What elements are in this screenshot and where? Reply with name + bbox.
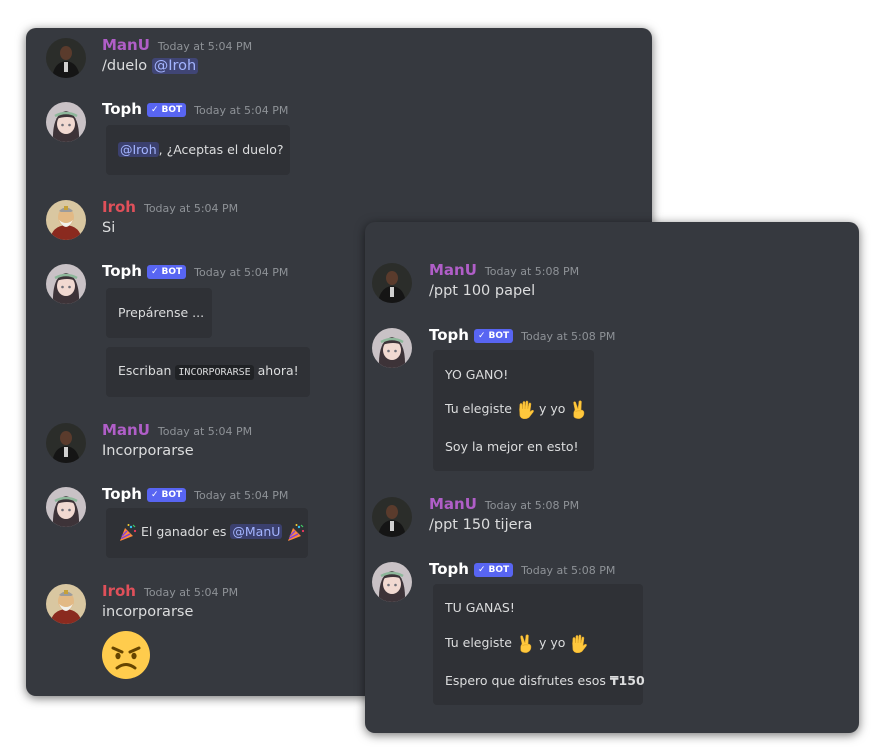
angry-face-icon (102, 631, 150, 679)
timestamp: Today at 5:08 PM (521, 330, 616, 343)
victory-hand-icon (520, 634, 532, 653)
timestamp: Today at 5:04 PM (194, 266, 289, 279)
message: Toph ✓ BOT Today at 5:08 PM YO GANO! Tu e… (365, 318, 859, 478)
avatar[interactable] (46, 102, 86, 142)
embed-text: y yo (538, 401, 566, 416)
embed-text: YO GANO! (445, 367, 509, 382)
embed-text: , ¿Aceptas el duelo? (158, 142, 284, 157)
message-content: incorporarse (102, 604, 194, 620)
avatar[interactable] (46, 423, 86, 463)
message-content: Incorporarse (102, 443, 194, 459)
embed: TU GANAS! Tu elegiste y yo Espero que di… (433, 584, 645, 705)
username[interactable]: Toph (429, 326, 469, 344)
message-content: /ppt 150 tijera (429, 517, 533, 533)
embed-text: Prepárense ... (118, 305, 205, 320)
timestamp: Today at 5:08 PM (484, 265, 580, 278)
check-icon: ✓ (150, 490, 159, 500)
chat-panel-ppt: ManU Today at 5:08 PM /ppt 100 papel Top… (365, 222, 859, 733)
embed: YO GANO! Tu elegiste y yo Soy la mejor e… (433, 350, 594, 471)
timestamp: Today at 5:04 PM (157, 40, 253, 53)
embed: El ganador es @ManU (106, 508, 308, 558)
currency-amount: ₸150 (609, 673, 645, 688)
party-popper-icon (287, 523, 306, 542)
username[interactable]: ManU (429, 495, 477, 513)
embed: Prepárense ... (106, 288, 212, 338)
embed-text: Tu elegiste (445, 635, 512, 650)
raised-hand-icon (572, 634, 588, 653)
avatar[interactable] (372, 497, 412, 537)
message: ManU Today at 5:08 PM /ppt 150 tijera (365, 487, 859, 547)
avatar[interactable] (46, 487, 86, 527)
avatar[interactable] (372, 263, 412, 303)
embed-text: Espero que disfrutes esos (445, 673, 606, 688)
user-mention[interactable]: @Iroh (118, 142, 159, 157)
username[interactable]: Toph (429, 560, 469, 578)
embed-text: Tu elegiste (445, 401, 512, 416)
timestamp: Today at 5:04 PM (143, 202, 239, 215)
username[interactable]: Toph (102, 100, 142, 118)
check-icon: ✓ (477, 565, 486, 575)
user-mention[interactable]: @ManU (230, 524, 283, 539)
username[interactable]: ManU (102, 421, 150, 439)
timestamp: Today at 5:04 PM (157, 425, 253, 438)
avatar[interactable] (46, 200, 86, 240)
bot-badge: ✓ BOT (146, 488, 187, 502)
username[interactable]: Toph (102, 485, 142, 503)
embed-text: ahora! (257, 363, 299, 378)
embed: Escriban INCORPORARSE ahora! (106, 347, 310, 397)
username[interactable]: ManU (429, 261, 477, 279)
bot-badge: ✓ BOT (146, 265, 187, 279)
embed-text: El ganador es (140, 524, 227, 539)
avatar[interactable] (46, 38, 86, 78)
message: ManU Today at 5:04 PM /duelo @Iroh (26, 28, 652, 88)
message: ManU Today at 5:08 PM /ppt 100 papel (365, 253, 859, 313)
message-content: /ppt 100 papel (429, 283, 536, 299)
victory-hand-icon (573, 400, 585, 419)
user-mention[interactable]: @Iroh (151, 58, 199, 74)
username[interactable]: ManU (102, 36, 150, 54)
timestamp: Today at 5:08 PM (521, 564, 616, 577)
message: Toph ✓ BOT Today at 5:08 PM TU GANAS! Tu … (365, 552, 859, 712)
avatar[interactable] (372, 562, 412, 602)
embed: @Iroh, ¿Aceptas el duelo? (106, 125, 290, 175)
timestamp: Today at 5:04 PM (194, 489, 289, 502)
inline-code: INCORPORARSE (175, 365, 254, 380)
message: Toph ✓ BOT Today at 5:04 PM @Iroh, ¿Acept… (26, 92, 652, 182)
check-icon: ✓ (150, 105, 159, 115)
message-content: Si (102, 220, 116, 236)
bot-badge: ✓ BOT (473, 329, 514, 343)
username[interactable]: Iroh (102, 582, 136, 600)
avatar[interactable] (372, 328, 412, 368)
embed-text: Escriban (118, 363, 172, 378)
embed-text: Soy la mejor en esto! (445, 439, 579, 454)
timestamp: Today at 5:08 PM (484, 499, 580, 512)
raised-hand-icon (519, 400, 534, 419)
username[interactable]: Toph (102, 262, 142, 280)
username[interactable]: Iroh (102, 198, 136, 216)
bot-badge: ✓ BOT (146, 103, 187, 117)
party-popper-icon (119, 523, 137, 542)
embed-text: y yo (538, 635, 566, 650)
bot-badge: ✓ BOT (473, 563, 514, 577)
timestamp: Today at 5:04 PM (194, 104, 289, 117)
message-content: /duelo @Iroh (102, 58, 199, 74)
embed-text: TU GANAS! (445, 600, 515, 615)
command-text: /duelo (102, 58, 148, 74)
avatar[interactable] (46, 584, 86, 624)
check-icon: ✓ (150, 267, 159, 277)
avatar[interactable] (46, 264, 86, 304)
timestamp: Today at 5:04 PM (143, 586, 239, 599)
check-icon: ✓ (477, 331, 486, 341)
